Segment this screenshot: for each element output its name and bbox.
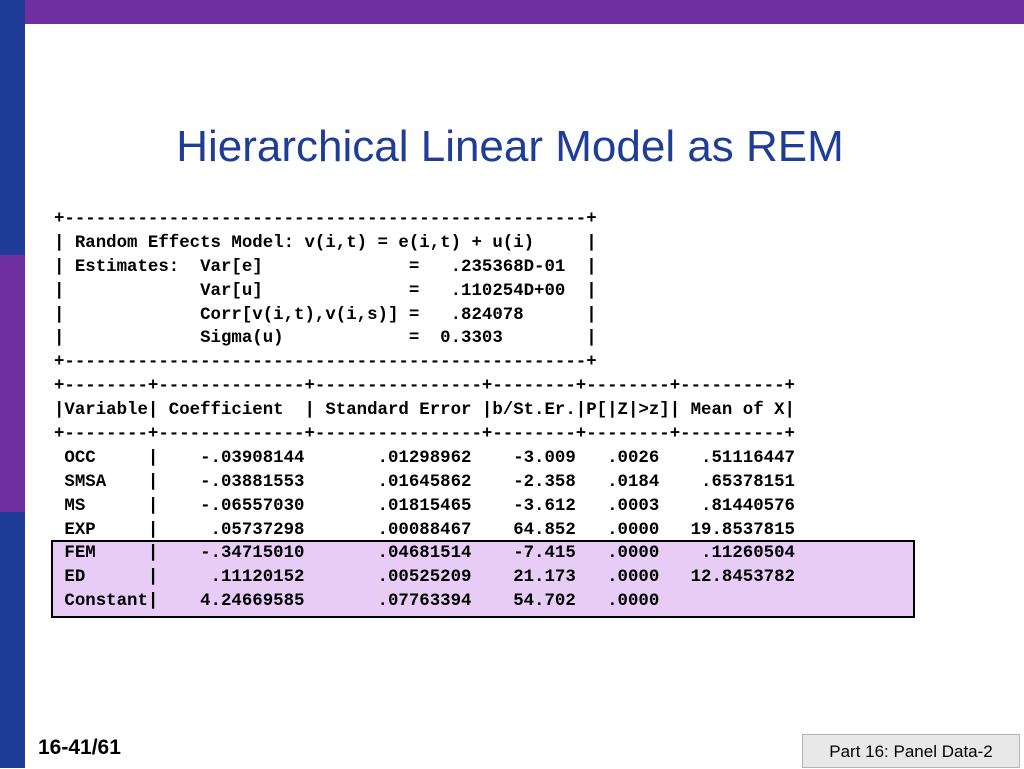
table-row: FEM | -.34715010 .04681514 -7.415 .0000 … xyxy=(54,544,795,564)
slide-title: Hierarchical Linear Model as REM xyxy=(176,122,844,171)
output-line: | Sigma(u) = 0.3303 | xyxy=(54,329,597,349)
footer-label: Part 16: Panel Data-2 xyxy=(802,734,1020,768)
output-line: +---------------------------------------… xyxy=(54,353,597,373)
table-row: SMSA | -.03881553 .01645862 -2.358 .0184… xyxy=(54,472,795,492)
output-line: | Var[u] = .110254D+00 | xyxy=(54,281,597,301)
output-line: | Random Effects Model: v(i,t) = e(i,t) … xyxy=(54,233,597,253)
left-bar-segment-purple xyxy=(0,255,25,512)
left-bar-segment-blue-bottom xyxy=(0,512,25,768)
table-row: EXP | .05737298 .00088467 64.852 .0000 1… xyxy=(54,520,795,540)
output-line: +--------+--------------+---------------… xyxy=(54,425,795,445)
output-line: +--------+--------------+---------------… xyxy=(54,377,795,397)
left-accent-bar xyxy=(0,0,25,768)
output-line: +---------------------------------------… xyxy=(54,210,597,229)
table-row: MS | -.06557030 .01815465 -3.612 .0003 .… xyxy=(54,496,795,516)
regression-output: +---------------------------------------… xyxy=(54,208,795,614)
output-line: | Estimates: Var[e] = .235368D-01 | xyxy=(54,257,597,277)
slide-number: 16-41/61 xyxy=(38,736,121,759)
top-accent-bar xyxy=(0,0,1024,24)
table-row: OCC | -.03908144 .01298962 -3.009 .0026 … xyxy=(54,448,795,468)
table-row: Constant| 4.24669585 .07763394 54.702 .0… xyxy=(54,592,660,612)
output-line: | Corr[v(i,t),v(i,s)] = .824078 | xyxy=(54,305,597,325)
output-line: |Variable| Coefficient | Standard Error … xyxy=(54,401,795,421)
table-row: ED | .11120152 .00525209 21.173 .0000 12… xyxy=(54,568,795,588)
left-bar-segment-blue-top xyxy=(0,0,25,255)
